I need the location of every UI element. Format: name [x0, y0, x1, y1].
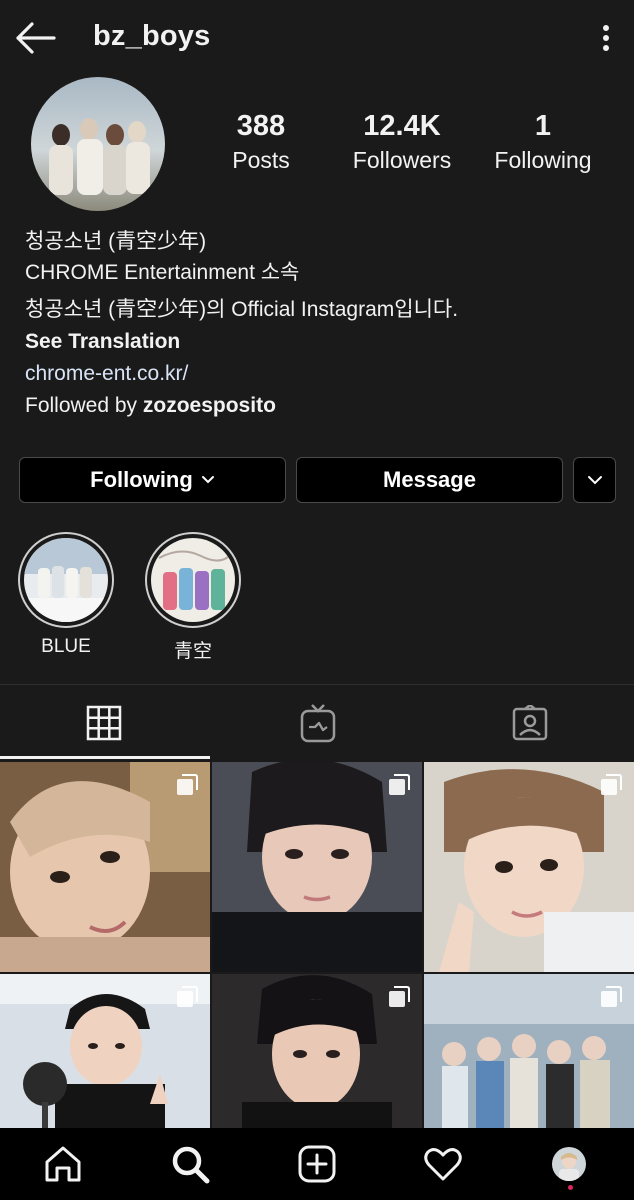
following-count-label: Following — [494, 147, 592, 173]
grid-post[interactable] — [212, 974, 422, 1128]
active-tab-indicator — [0, 756, 210, 759]
home-icon[interactable] — [41, 1142, 85, 1186]
activity-heart-icon[interactable] — [421, 1142, 465, 1186]
grid-post[interactable] — [424, 762, 634, 972]
multiple-photos-icon — [389, 986, 410, 1007]
following-count-value: 1 — [534, 110, 552, 142]
followed-by-prefix: Followed by — [25, 394, 143, 417]
chevron-down-icon — [201, 476, 214, 484]
suggested-accounts-button[interactable] — [573, 457, 616, 503]
bottom-nav-bar — [0, 1128, 634, 1200]
more-options-icon[interactable] — [592, 22, 620, 54]
highlight-ring — [145, 532, 241, 628]
highlight-cover — [151, 538, 235, 622]
multiple-photos-icon — [601, 774, 622, 795]
back-arrow-icon[interactable] — [14, 20, 58, 56]
followers-count[interactable]: 12.4K Followers — [348, 110, 456, 174]
grid-post[interactable] — [0, 974, 210, 1128]
highlight-label: BLUE — [41, 636, 91, 657]
see-translation-link[interactable]: See Translation — [25, 329, 180, 355]
multiple-photos-icon — [177, 774, 198, 795]
top-bar: bz_boys — [0, 0, 634, 78]
message-button-label: Message — [383, 467, 476, 492]
grid-post[interactable] — [424, 974, 634, 1128]
multiple-photos-icon — [601, 986, 622, 1007]
profile-full-name: 청공소년 (青空少年) — [25, 230, 207, 253]
search-icon[interactable] — [168, 1142, 212, 1186]
followed-by[interactable]: Followed by zozoesposito — [25, 393, 276, 419]
notification-dot — [568, 1185, 573, 1190]
multiple-photos-icon — [177, 986, 198, 1007]
story-highlight[interactable]: 青空 — [145, 532, 241, 663]
posts-count-value: 388 — [236, 110, 286, 142]
grid-post[interactable] — [0, 762, 210, 972]
website-link[interactable]: chrome-ent.co.kr/ — [25, 361, 188, 387]
followers-count-value: 12.4K — [363, 110, 441, 142]
posts-count-label: Posts — [232, 147, 290, 173]
following-button[interactable]: Following — [19, 457, 286, 503]
grid-icon[interactable] — [86, 705, 122, 746]
igtv-icon[interactable] — [300, 703, 336, 748]
profile-description: 청공소년 (青空少年)의 Official Instagram입니다. — [25, 298, 459, 321]
posts-count[interactable]: 388 Posts — [222, 110, 300, 174]
story-highlight[interactable]: BLUE — [18, 532, 114, 658]
profile-category: CHROME Entertainment 소속 — [25, 261, 300, 284]
followed-by-user[interactable]: zozoesposito — [143, 394, 276, 417]
profile-username: bz_boys — [93, 20, 211, 52]
chevron-down-icon — [587, 476, 602, 485]
followers-count-label: Followers — [352, 147, 452, 173]
tagged-icon[interactable] — [512, 703, 548, 746]
highlight-label: 青空 — [173, 641, 212, 662]
multiple-photos-icon — [389, 774, 410, 795]
message-button[interactable]: Message — [296, 457, 563, 503]
post-grid — [0, 762, 634, 1128]
add-post-icon[interactable] — [295, 1142, 339, 1186]
grid-post[interactable] — [212, 762, 422, 972]
profile-tabs — [0, 684, 634, 760]
highlight-ring — [18, 532, 114, 628]
profile-avatar[interactable] — [31, 77, 165, 211]
highlight-cover — [24, 538, 108, 622]
following-button-label: Following — [90, 467, 193, 492]
following-count[interactable]: 1 Following — [488, 110, 598, 174]
profile-avatar[interactable] — [552, 1147, 586, 1181]
